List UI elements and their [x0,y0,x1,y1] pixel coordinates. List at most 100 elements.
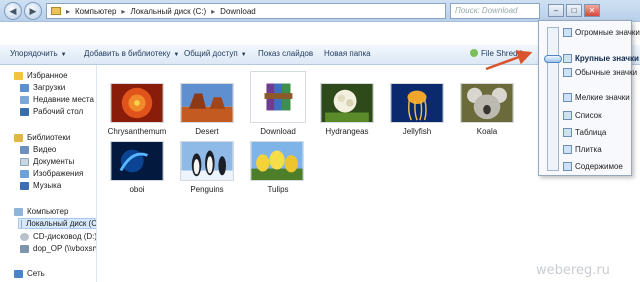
maximize-button[interactable]: □ [566,4,582,17]
file-label: Penguins [190,185,224,194]
sidebar-libraries-label: Библиотеки [27,133,71,142]
menu-item-small-icons[interactable]: Мелкие значки [563,93,630,102]
sidebar-item-downloads[interactable]: Загрузки [20,83,65,92]
sidebar-item-label: CD-дисковод (D:) Vi [33,232,97,241]
list-icon [563,111,572,120]
sidebar-item-label: Изображения [33,169,84,178]
folder-icon [51,7,61,15]
medium-icons-icon [563,68,572,77]
menu-item-extra-large-icons[interactable]: Огромные значки [563,28,640,37]
menu-item-content[interactable]: Содержимое [563,162,623,171]
download-folder-icon [20,83,29,92]
file-shredder-label: File Shredder [481,49,530,58]
sidebar-computer-label: Компьютер [27,207,69,216]
organize-button[interactable]: Упорядочить ▼ [10,49,67,58]
minimize-button[interactable]: – [548,4,564,17]
menu-item-details[interactable]: Таблица [563,128,606,137]
close-button[interactable]: ✕ [584,4,600,17]
file-label: Jellyfish [402,127,432,136]
file-thumb-tulips[interactable] [250,141,304,181]
new-folder-button[interactable]: Новая папка [324,49,371,58]
file-thumb-desert[interactable] [180,83,234,123]
search-input[interactable]: Поиск: Download [450,3,540,19]
chrysanthemum-image [111,84,163,122]
sidebar-favorites[interactable]: Избранное [14,71,68,80]
navigation-pane: Избранное Загрузки Недавние места Рабочи… [0,65,97,282]
music-icon [20,181,29,190]
cd-drive-icon [20,232,29,241]
organize-label: Упорядочить [10,49,58,58]
sidebar-item-label: Загрузки [33,83,66,92]
view-slider-track[interactable] [547,27,559,171]
breadcrumb-local-disk[interactable]: Локальный диск (C:) [130,7,206,16]
sidebar-network[interactable]: Сеть [14,269,45,278]
menu-item-large-icons[interactable]: Крупные значки [563,54,639,63]
chevron-right-icon: ▸ [211,6,216,16]
sidebar-item-documents[interactable]: Документы [20,157,74,166]
breadcrumb-download[interactable]: Download [220,7,256,16]
address-bar[interactable]: ▸ Компьютер ▸ Локальный диск (C:) ▸ Down… [46,3,446,19]
recent-places-icon [20,95,29,104]
share-button[interactable]: Общий доступ ▼ [184,49,247,58]
sidebar-item-pictures[interactable]: Изображения [20,169,83,178]
sidebar-item-network-drive[interactable]: dop_OP (\\vboxsrv) [20,244,96,253]
sidebar-item-cd-drive[interactable]: CD-дисковод (D:) Vi [20,232,97,241]
sidebar-item-desktop[interactable]: Рабочий стол [20,107,83,116]
file-thumb-oboi[interactable] [110,141,164,181]
large-icons-icon [563,54,572,63]
sidebar-item-recent[interactable]: Недавние места [20,95,94,104]
share-label: Общий доступ [184,49,238,58]
sidebar-item-label: Документы [33,157,75,166]
sidebar-libraries[interactable]: Библиотеки [14,133,70,142]
chevron-down-icon: ▼ [240,52,247,58]
sidebar-item-label: Музыка [33,181,62,190]
file-label: Hydrangeas [325,127,369,136]
sidebar-favorites-label: Избранное [27,71,68,80]
file-thumb-jellyfish[interactable] [390,83,444,123]
sidebar-item-video[interactable]: Видео [20,145,56,154]
chevron-right-icon: ▸ [121,6,126,16]
file-label: Desert [195,127,219,136]
tulips-image [251,142,303,180]
breadcrumb-computer[interactable]: Компьютер [75,7,116,16]
file-thumb-chrysanthemum[interactable] [110,83,164,123]
sidebar-network-label: Сеть [27,269,45,278]
file-thumb-hydrangeas[interactable] [320,83,374,123]
documents-icon [20,157,29,166]
video-icon [20,145,29,154]
network-drive-icon [20,244,29,253]
view-slider-thumb[interactable] [544,55,562,63]
sidebar-item-label: Рабочий стол [33,107,84,116]
menu-item-list[interactable]: Список [563,111,602,120]
watermark: webereg.ru [536,263,610,278]
penguins-image [181,142,233,180]
file-thumb-download[interactable] [250,71,306,123]
file-shredder-button[interactable]: File Shredder [470,49,529,58]
sidebar-computer[interactable]: Компьютер [14,207,68,216]
file-label: Chrysanthemum [107,127,167,136]
menu-item-label: Список [575,111,602,120]
file-thumb-penguins[interactable] [180,141,234,181]
view-menu: Огромные значки Крупные значки Обычные з… [538,20,640,176]
chevron-down-icon: ▼ [173,52,180,58]
menu-item-label: Огромные значки [575,28,640,37]
file-label: oboi [129,185,145,194]
menu-item-medium-icons[interactable]: Обычные значки [563,68,637,77]
menu-item-label: Таблица [575,128,607,137]
file-label: Koala [476,127,498,136]
slideshow-button[interactable]: Показ слайдов [258,49,313,58]
add-to-library-label: Добавить в библиотеку [84,49,171,58]
hard-drive-icon [21,219,23,228]
sidebar-item-local-disk[interactable]: Локальный диск (C [18,218,96,229]
tiles-icon [563,145,572,154]
menu-item-tiles[interactable]: Плитка [563,145,602,154]
file-label: Download [260,127,296,136]
sidebar-item-label: Недавние места [33,95,94,104]
file-thumb-koala[interactable] [460,83,514,123]
sidebar-item-music[interactable]: Музыка [20,181,61,190]
menu-item-label: Содержимое [575,162,623,171]
forward-button[interactable]: ▶ [24,2,42,20]
jellyfish-image [391,84,443,122]
add-to-library-button[interactable]: Добавить в библиотеку ▼ [84,49,179,58]
back-button[interactable]: ◀ [4,2,22,20]
